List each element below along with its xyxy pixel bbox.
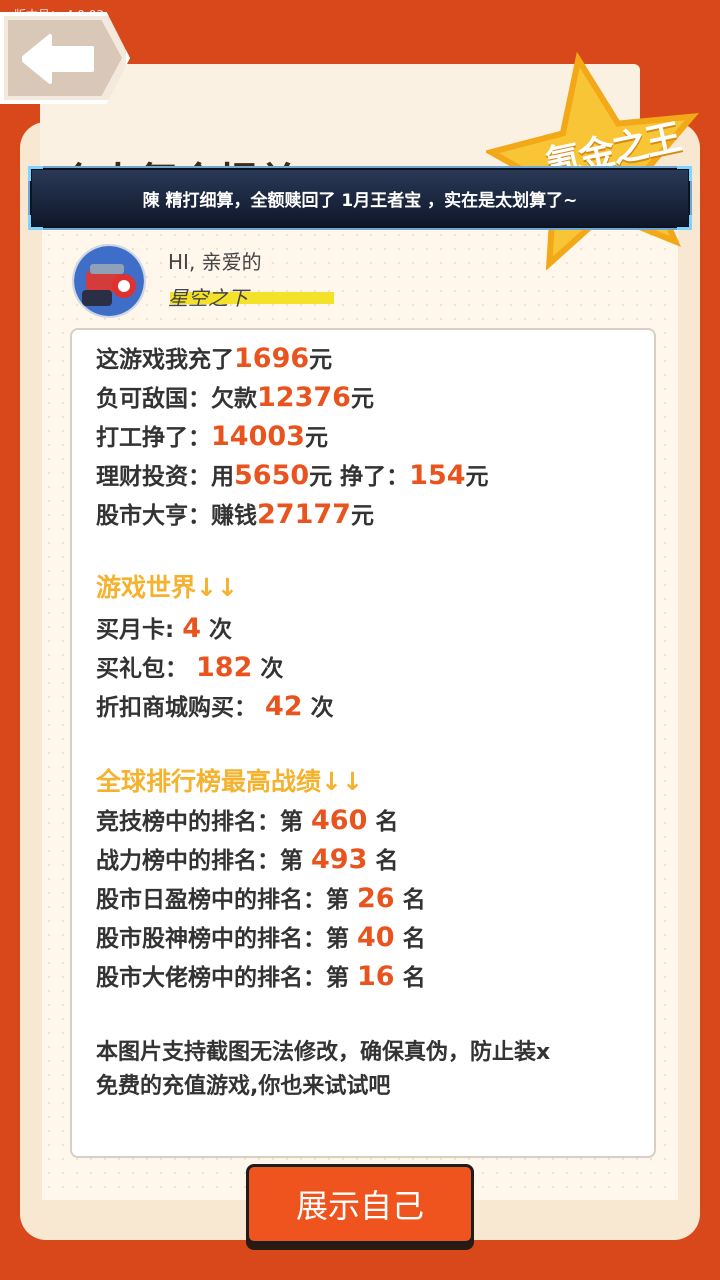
- game-stat-gift-pack: 买礼包： 182 次: [96, 652, 284, 683]
- show-off-button[interactable]: 展示自己: [246, 1164, 474, 1244]
- nickname: 星空之下: [168, 286, 248, 310]
- stat-debt: 负可敌国：欠款12376元: [96, 382, 374, 413]
- footer-line-2: 免费的充值游戏,你也来试试吧: [96, 1074, 391, 1099]
- banner-text: 陳 精打细算，全额赎回了 1月王者宝 ，实在是太划算了~: [142, 190, 578, 211]
- rank-arena: 竞技榜中的排名：第 460 名: [96, 805, 399, 836]
- greeting-text: HI, 亲爱的: [168, 250, 262, 274]
- robot-avatar-icon: [74, 246, 144, 316]
- game-section-title: 游戏世界↓↓: [96, 573, 238, 602]
- stat-invest: 理财投资：用5650元 挣了：154元: [96, 460, 489, 491]
- game-stat-monthly-card: 买月卡: 4 次: [96, 613, 233, 644]
- rank-power: 战力榜中的排名：第 493 名: [96, 844, 399, 875]
- stat-work: 打工挣了：14003元: [96, 421, 328, 452]
- rank-stock-god: 股市股神榜中的排名：第 40 名: [96, 922, 426, 953]
- avatar[interactable]: [72, 244, 146, 318]
- announcement-banner: 陳 精打细算，全额赎回了 1月王者宝 ，实在是太划算了~: [28, 166, 692, 230]
- back-button[interactable]: [0, 12, 130, 104]
- back-arrow-icon: [22, 34, 94, 84]
- rank-stock-boss: 股市大佬榜中的排名：第 16 名: [96, 961, 426, 992]
- rank-stock-daily: 股市日盈榜中的排名：第 26 名: [96, 883, 426, 914]
- stat-stock: 股市大亨：赚钱27177元: [96, 499, 374, 530]
- footer-line-1: 本图片支持截图无法修改，确保真伪，防止装x: [96, 1040, 551, 1065]
- stat-recharge: 这游戏我充了1696元: [96, 343, 333, 374]
- game-stat-discount-shop: 折扣商城购买： 42 次: [96, 691, 334, 722]
- rank-section-title: 全球排行榜最高战绩↓↓: [96, 767, 363, 796]
